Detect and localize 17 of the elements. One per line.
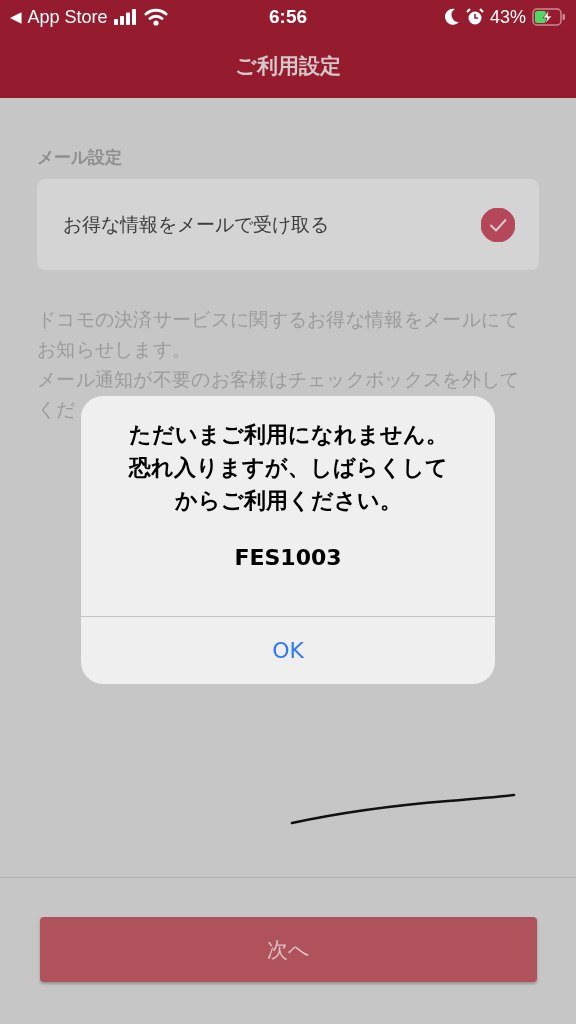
page-title: ご利用設定 — [235, 53, 341, 80]
option-label: お得な情報をメールで受け取る — [63, 211, 329, 237]
wifi-icon — [143, 8, 168, 26]
moon-icon — [443, 8, 460, 26]
alarm-clock-icon — [465, 8, 484, 26]
signal-icon — [113, 9, 138, 25]
checkbox[interactable] — [481, 207, 515, 242]
battery-charging-icon — [532, 8, 566, 26]
back-link[interactable]: App Store — [27, 6, 108, 28]
back-arrow[interactable]: ◀ — [10, 8, 22, 26]
clock-time: 6:56 — [269, 6, 307, 28]
battery-percent: 43% — [489, 6, 526, 28]
ok-button[interactable]: OK — [81, 617, 495, 684]
section-label: メール設定 — [37, 146, 123, 169]
error-code: FES1003 — [234, 545, 342, 570]
option-card[interactable]: お得な情報をメールで受け取る — [37, 179, 539, 270]
alert-message: ただいまご利用になれません。 恐れ入りますが、しばらくして からご利用ください。 — [128, 421, 448, 515]
